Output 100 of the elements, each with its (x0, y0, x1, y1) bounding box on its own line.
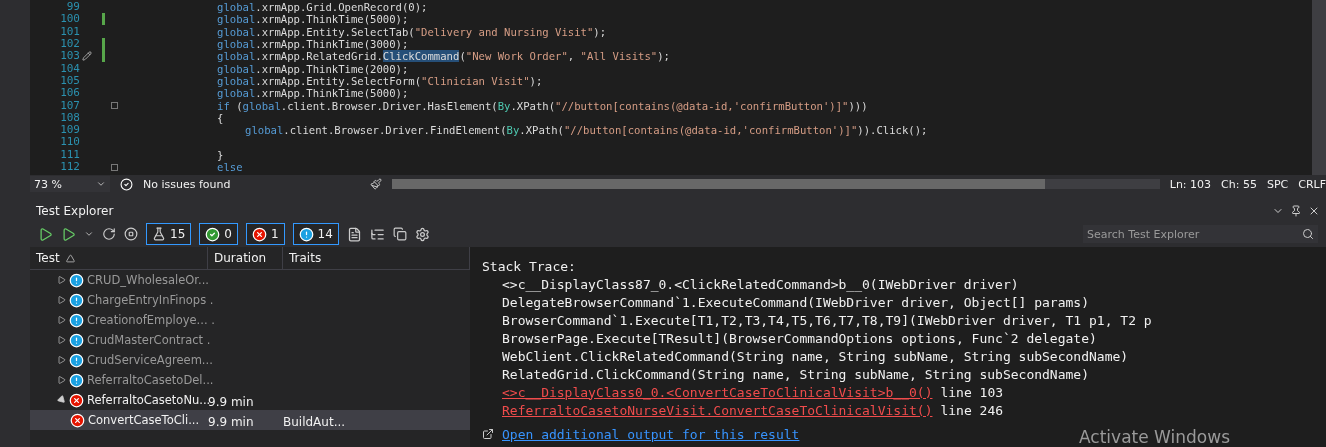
hierarchy-icon[interactable] (369, 226, 385, 242)
stack-frame: DelegateBrowserCommand`1.ExecuteCommand(IWebDriver driver, Object[] params) (502, 294, 1089, 310)
scrollbar[interactable] (1312, 0, 1326, 175)
test-name: ReferraltoCasetoDel... (87, 373, 214, 387)
line-number: 102 (59, 38, 80, 51)
test-row[interactable]: CrudMasterContract . (30, 330, 470, 350)
line-number: 104 (59, 62, 80, 75)
test-name: CRUD_WholesaleOr... (87, 273, 209, 287)
line-number: 111 (59, 148, 80, 161)
indent-indicator: SPC (1266, 177, 1289, 191)
test-row[interactable]: ReferraltoCasetoDel... (30, 370, 470, 390)
brush-icon[interactable] (370, 178, 383, 190)
test-name: ChargeEntryInFinops . (87, 293, 214, 307)
line-number: 107 (59, 99, 80, 112)
output-link[interactable]: Open additional output for this result (502, 426, 800, 442)
filter-button[interactable]: 15 (146, 223, 192, 245)
line-number: 110 (59, 136, 80, 149)
test-name: ConvertCaseToCli... (88, 413, 200, 427)
expand-icon[interactable] (58, 356, 66, 364)
flask-icon (152, 227, 166, 241)
line-ending-indicator: CRLF (1298, 177, 1326, 191)
failed-icon (251, 226, 267, 242)
test-duration: 9.9 min (208, 394, 254, 409)
run-all-icon[interactable] (38, 226, 53, 242)
stack-frame-link[interactable]: <>c__DisplayClass0_0.<ConvertCaseToClinicalVisit>b__0() (502, 384, 933, 400)
run-icon[interactable] (61, 226, 76, 242)
line-number: 105 (59, 74, 80, 87)
stack-frame: RelatedGrid.ClickCommand(String name, String subName, String subSecondName) (502, 366, 1089, 382)
line-number: 112 (59, 161, 80, 173)
close-icon[interactable] (1308, 205, 1320, 217)
stack-frame: BrowserPage.Execute[TResult](BrowserCommandOptions options, Func`2 delegate) (502, 330, 1097, 346)
filter-button[interactable]: 14 (292, 223, 339, 245)
code-line: else (217, 161, 244, 174)
test-row[interactable]: CRUD_WholesaleOr... (30, 270, 470, 290)
settings-icon[interactable] (414, 226, 430, 242)
column-header[interactable]: Test (30, 247, 208, 269)
zoom-dropdown[interactable]: 73 % (30, 176, 110, 192)
column-indicator: Ch: 55 (1221, 177, 1257, 191)
issues-status: No issues found (143, 177, 231, 191)
code-editor[interactable] (30, 0, 1326, 175)
stack-frame: BrowserCommand`1.Execute[T1,T2,T3,T4,T5,T6,T7,T8,T9](IWebDriver driver, T1 p1, T2 p (502, 312, 1152, 328)
fold-toggle[interactable] (111, 163, 118, 171)
column-header[interactable]: Duration (208, 247, 283, 269)
check-icon (120, 177, 133, 191)
sort-icon (65, 253, 75, 263)
stack-frame: <>c__DisplayClass87_0.<ClickRelatedCommand>b__0(IWebDriver driver) (502, 276, 1019, 292)
pin-icon[interactable] (1290, 205, 1302, 217)
filter-button[interactable]: 0 (199, 223, 238, 245)
line-number: 99 (65, 1, 80, 14)
code-line: } (217, 148, 225, 161)
cancel-icon[interactable] (124, 227, 138, 241)
pencil-icon[interactable] (82, 51, 92, 62)
test-name: CreationofEmploye... . (87, 313, 215, 327)
test-row[interactable]: ChargeEntryInFinops . (30, 290, 470, 310)
repeat-icon[interactable] (102, 227, 116, 241)
test-row[interactable]: CreationofEmploye... . (30, 310, 470, 330)
line-number: 101 (59, 25, 80, 38)
fold-toggle[interactable] (111, 102, 118, 109)
test-row[interactable]: ConvertCaseToCli... 9.9 min BuildAut... (30, 410, 470, 430)
details-heading: Stack Trace: (482, 258, 576, 274)
code-line: global.xrmApp.ThinkTime(5000); (217, 87, 410, 100)
caret-icon[interactable] (84, 229, 94, 239)
expand-icon[interactable] (58, 376, 66, 384)
test-duration: 9.9 min (208, 414, 254, 429)
code-line: global.xrmApp.ThinkTime(2000); (217, 62, 410, 75)
activation-notice: Activate Windows (1079, 427, 1230, 447)
code-line: global.xrmApp.ThinkTime(5000); (217, 13, 410, 26)
collapse-icon[interactable] (58, 396, 66, 404)
line-number: 100 (59, 13, 80, 26)
code-line: global.xrmApp.Grid.OpenRecord(0); (217, 1, 429, 14)
test-name: CrudServiceAgreem... (87, 353, 213, 367)
stack-frame-link[interactable]: ReferraltoCasetoNurseVisit.ConvertCaseToClinicalVisit() (502, 402, 933, 418)
expand-icon[interactable] (58, 316, 66, 324)
line-number: 106 (59, 87, 80, 100)
collapse-all-icon[interactable] (392, 227, 407, 241)
code-line: { (217, 111, 225, 124)
code-line: global.xrmApp.Entity.SelectTab("Delivery and Nursing Visit"); (217, 25, 608, 38)
expand-icon[interactable] (58, 276, 66, 284)
horizontal-scrollbar[interactable] (392, 179, 1160, 189)
test-row[interactable]: CrudServiceAgreem... (30, 350, 470, 370)
line-number: 103 (59, 50, 80, 63)
playlist-icon[interactable] (346, 226, 362, 242)
search-icon (1302, 228, 1314, 240)
line-number: 109 (59, 124, 80, 137)
code-line: global.xrmApp.ThinkTime(3000); (217, 38, 410, 51)
panel-title: Test Explorer (36, 204, 114, 218)
expand-icon[interactable] (58, 336, 66, 344)
code-line: global.xrmApp.RelatedGrid.ClickCommand("New Work Order", "All Visits"); (217, 50, 671, 63)
expand-icon[interactable] (58, 296, 66, 304)
line-reference: line 246 (940, 402, 1004, 418)
filter-button[interactable]: 1 (245, 223, 285, 245)
test-traits: BuildAut... (283, 414, 346, 429)
test-name: CrudMasterContract . (87, 333, 211, 347)
warning-icon (298, 226, 314, 242)
search-field[interactable]: Search Test Explorer (1083, 225, 1318, 243)
code-line: global.xrmApp.Entity.SelectForm("Clinician Visit"); (217, 74, 544, 88)
code-line: global.client.Browser.Driver.FindElement(By.XPath("//button[contains(@data-id,'confirmButton')]")).Click(); (244, 123, 929, 137)
output-icon (482, 428, 494, 440)
stack-frame: WebClient.ClickRelatedCommand(String name, String subName, String subSecondName) (502, 348, 1129, 364)
test-row[interactable]: ReferraltoCasetoNu...9.9 min (30, 390, 470, 410)
